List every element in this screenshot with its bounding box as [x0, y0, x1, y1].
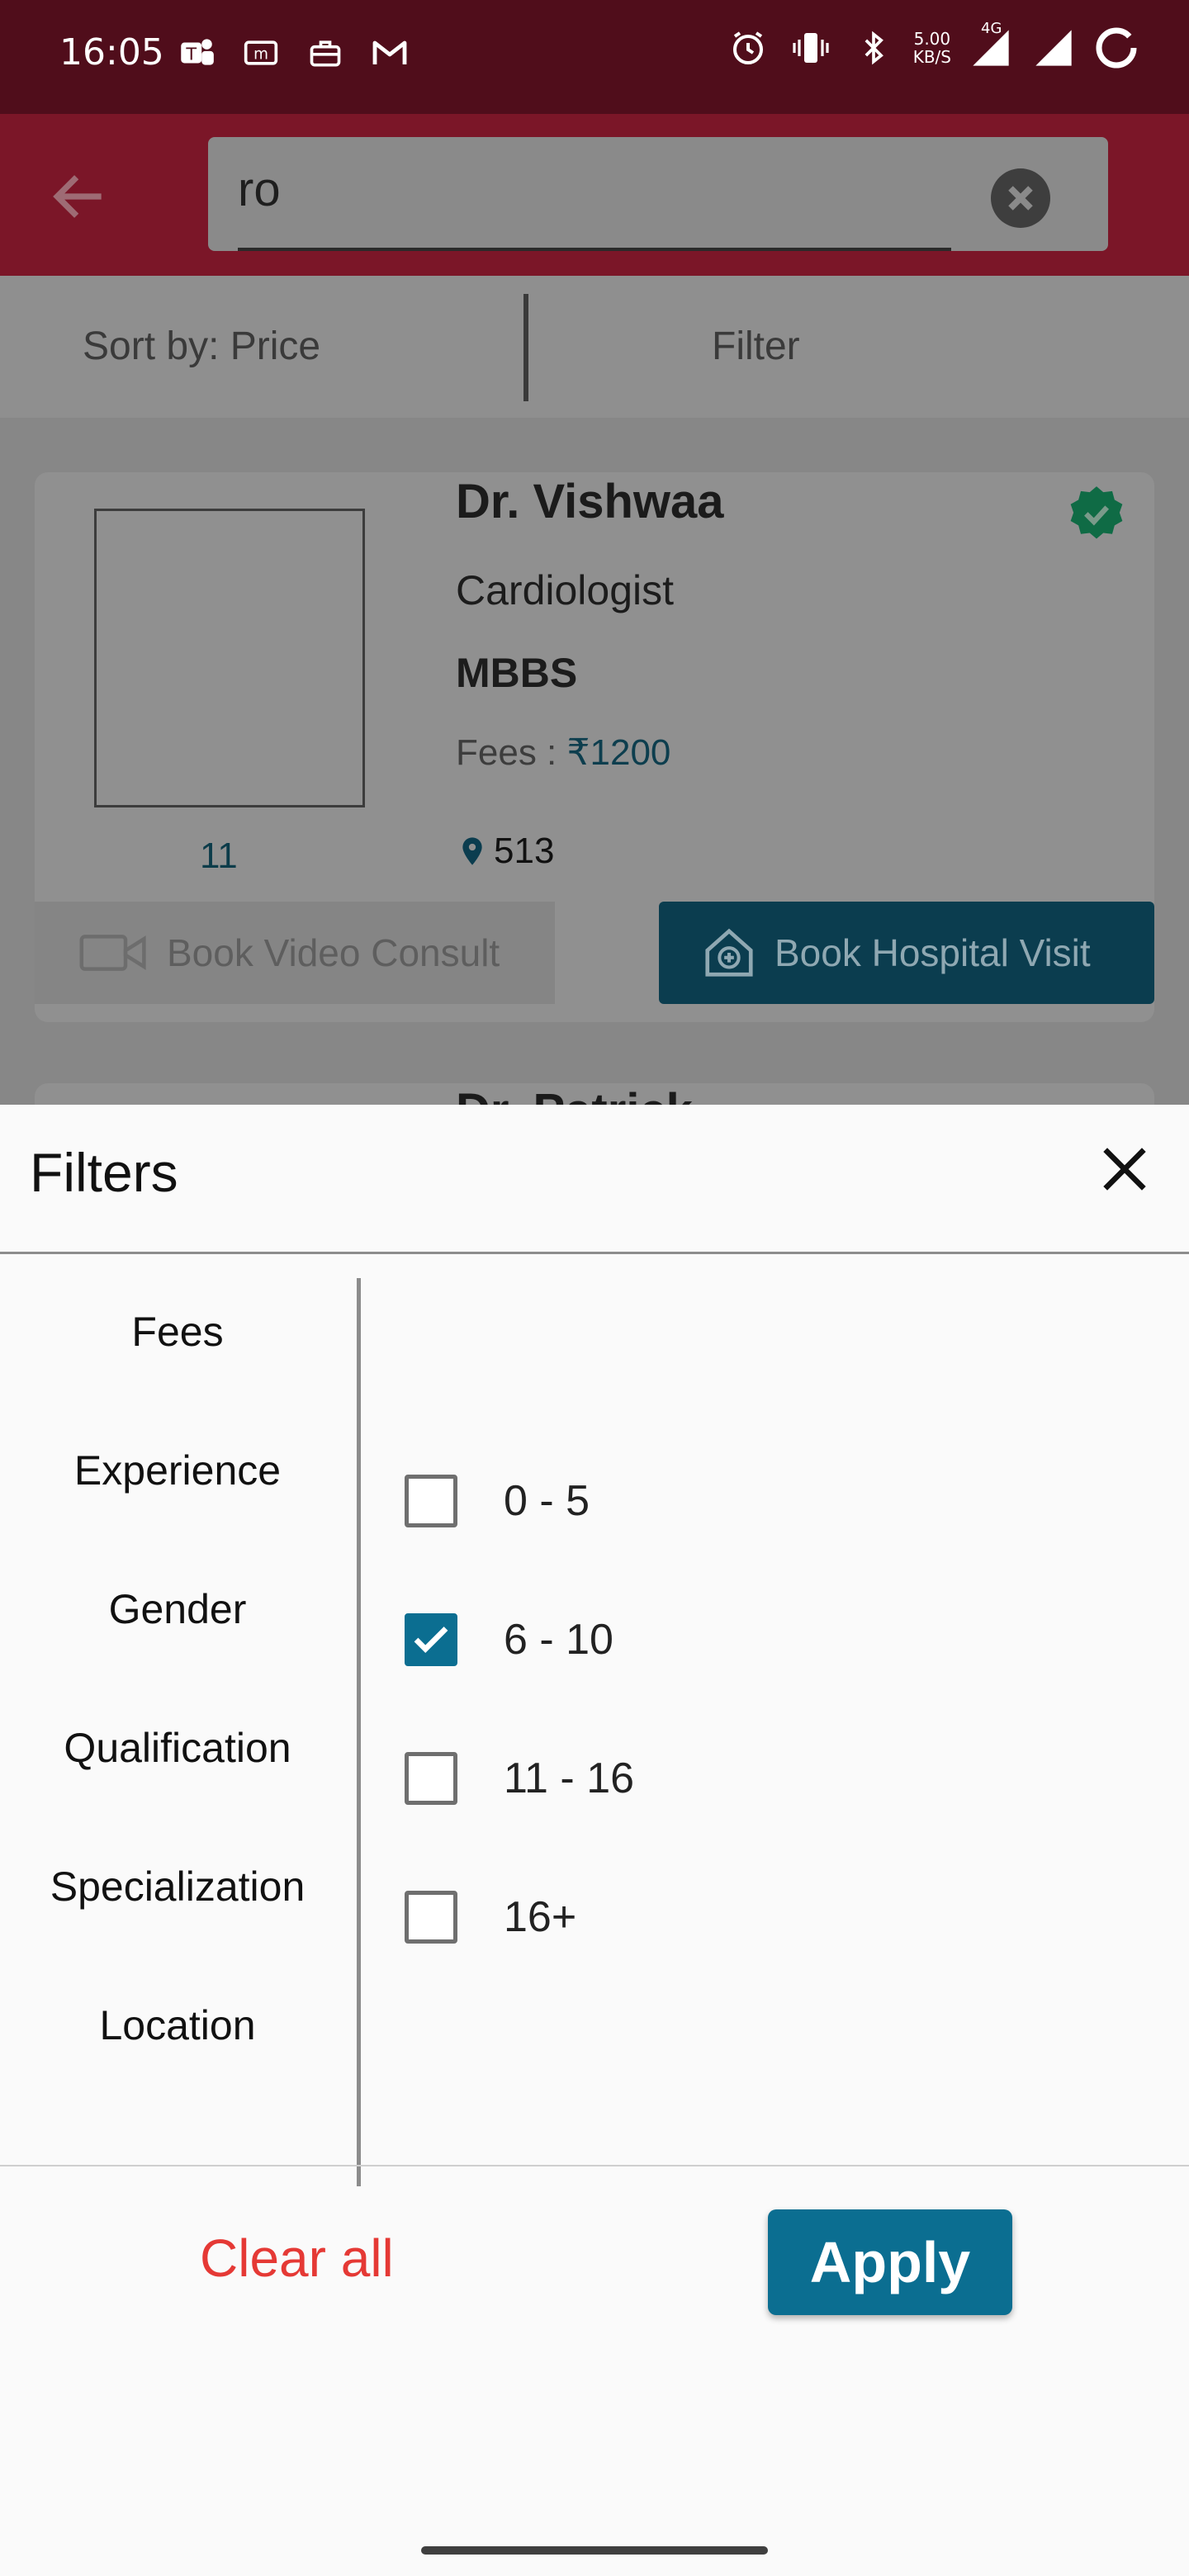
filter-category-qualification[interactable]: Qualification — [0, 1724, 355, 1863]
experience-option-label: 6 - 10 — [504, 1616, 613, 1664]
filter-categories: Fees Experience Gender Qualification Spe… — [0, 1308, 355, 2140]
experience-option-label: 16+ — [504, 1893, 577, 1941]
filter-category-specialization[interactable]: Specialization — [0, 1863, 355, 2001]
checkbox-unchecked[interactable] — [405, 1752, 457, 1805]
experience-option-label: 0 - 5 — [504, 1477, 590, 1525]
fees-currency: ₹ — [566, 732, 590, 773]
experience-option[interactable]: 16+ — [405, 1891, 576, 1944]
gmail-icon — [367, 30, 413, 76]
verified-badge-icon — [1065, 484, 1128, 547]
fees-amount: 1200 — [590, 732, 671, 773]
svg-text:T: T — [185, 44, 197, 64]
back-button[interactable] — [46, 163, 112, 230]
filter-button[interactable]: Filter — [712, 324, 800, 369]
doctor-list: 11 Dr. Vishwaa Cardiologist MBBS Fees : … — [0, 418, 1189, 1105]
filter-category-experience[interactable]: Experience — [0, 1447, 355, 1585]
sheet-header-divider — [0, 1252, 1189, 1254]
svg-text:m: m — [253, 45, 268, 63]
search-input[interactable]: ro — [208, 137, 1108, 251]
location-value: 513 — [494, 831, 555, 871]
checkbox-unchecked[interactable] — [405, 1475, 457, 1527]
alarm-icon — [725, 25, 771, 71]
search-query: ro — [238, 163, 281, 216]
close-icon — [1103, 1148, 1146, 1191]
vibrate-icon — [788, 25, 834, 71]
fees-row: Fees : ₹1200 — [456, 732, 670, 774]
doctor-name: Dr. Patrick — [456, 1083, 693, 1105]
doctor-name: Dr. Vishwaa — [456, 475, 724, 528]
book-video-consult-button[interactable]: Book Video Consult — [35, 902, 555, 1004]
apply-button[interactable]: Apply — [768, 2209, 1012, 2315]
close-filter-button[interactable] — [1092, 1136, 1158, 1202]
doctor-photo — [94, 509, 365, 807]
sort-button[interactable]: Sort by: Price — [83, 324, 320, 369]
book-hospital-visit-label: Book Hospital Visit — [775, 931, 1091, 974]
doctor-card[interactable]: 11 Dr. Vishwaa Cardiologist MBBS Fees : … — [35, 472, 1154, 1022]
checkbox-checked[interactable] — [405, 1613, 457, 1666]
experience-option[interactable]: 0 - 5 — [405, 1475, 590, 1527]
doctor-card[interactable]: Dr. Patrick — [35, 1083, 1154, 1105]
net-speed-value: 5.00 — [913, 29, 951, 49]
book-hospital-visit-button[interactable]: Book Hospital Visit — [659, 902, 1154, 1004]
clear-search-button[interactable] — [991, 168, 1050, 228]
search-underline — [238, 248, 951, 251]
categories-divider — [357, 1278, 361, 2186]
experience-option-label: 11 - 16 — [504, 1754, 635, 1802]
arrow-left-icon — [53, 175, 102, 218]
system-status-icons: 5.00 KB/S 4G — [725, 20, 1139, 71]
sort-filter-divider — [523, 294, 528, 401]
clear-all-button[interactable]: Clear all — [200, 2228, 394, 2289]
sheet-footer-divider — [0, 2165, 1189, 2166]
location-row: 513 — [456, 831, 554, 872]
network-speed: 5.00 KB/S — [913, 30, 951, 66]
experience-option[interactable]: 11 - 16 — [405, 1752, 634, 1805]
doctor-qualification: MBBS — [456, 650, 578, 696]
checkbox-unchecked[interactable] — [405, 1891, 457, 1944]
checkmark-icon — [414, 1627, 448, 1654]
briefcase-icon — [302, 30, 348, 76]
fees-label: Fees : — [456, 732, 567, 773]
filter-sheet-title: Filters — [30, 1142, 178, 1203]
location-pin-icon — [462, 837, 482, 865]
doctor-specialization: Cardiologist — [456, 567, 675, 613]
status-bar: 16:05 T m 5.00 KB/S 4G — [0, 0, 1189, 114]
app-bar: ro — [0, 114, 1189, 276]
signal-icon — [1030, 25, 1077, 71]
book-video-consult-label: Book Video Consult — [167, 931, 500, 974]
bluetooth-icon — [850, 25, 897, 71]
experience-option[interactable]: 6 - 10 — [405, 1613, 613, 1666]
home-indicator[interactable] — [421, 2546, 768, 2555]
experience-value: 11 — [200, 836, 238, 876]
app-m-icon: m — [238, 30, 284, 76]
net-speed-unit: KB/S — [912, 47, 951, 67]
video-camera-icon — [79, 935, 146, 971]
battery-ring-icon — [1093, 25, 1139, 71]
network-type: 4G — [981, 20, 1002, 37]
hospital-icon — [705, 928, 753, 977]
filter-category-fees[interactable]: Fees — [0, 1308, 355, 1447]
filter-category-location[interactable]: Location — [0, 2001, 355, 2140]
signal-4g-icon: 4G — [968, 20, 1014, 71]
filter-category-gender[interactable]: Gender — [0, 1585, 355, 1724]
filter-sheet: Filters Fees Experience Gender Qualifica… — [0, 1105, 1189, 2576]
status-time: 16:05 — [59, 31, 164, 73]
notification-icons: T m — [173, 30, 413, 76]
close-icon — [1008, 186, 1033, 211]
teams-icon: T — [173, 30, 220, 76]
sort-filter-bar: Sort by: Price Filter — [0, 276, 1189, 418]
